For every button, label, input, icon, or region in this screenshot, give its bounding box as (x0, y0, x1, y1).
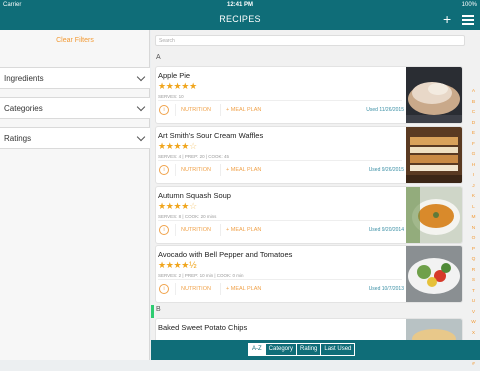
status-bar: Carrier 12:41 PM 100% (0, 0, 480, 10)
recipe-thumbnail (406, 246, 462, 302)
alphabet-letter[interactable]: J (469, 182, 478, 193)
info-icon[interactable]: i (159, 225, 169, 235)
filter-ingredients[interactable]: Ingredients (0, 67, 150, 89)
nutrition-button[interactable]: NUTRITION (181, 227, 211, 233)
menu-icon[interactable] (462, 15, 474, 25)
recipe-name: Autumn Squash Soup (158, 191, 231, 200)
recipe-card[interactable]: Art Smith's Sour Cream Waffles ★★★★☆ SER… (156, 127, 462, 183)
alphabet-letter[interactable]: O (469, 234, 478, 245)
filter-ratings[interactable]: Ratings (0, 127, 150, 149)
alphabet-letter[interactable]: F (469, 140, 478, 151)
meal-plan-button[interactable]: + MEAL PLAN (226, 286, 261, 292)
filter-label: Ratings (4, 134, 32, 143)
info-icon[interactable]: i (159, 165, 169, 175)
nutrition-button[interactable]: NUTRITION (181, 286, 211, 292)
section-header: A (156, 54, 161, 61)
alphabet-letter[interactable]: Q (469, 255, 478, 266)
alphabet-letter[interactable]: L (469, 203, 478, 214)
battery-label: 100% (461, 2, 477, 8)
alphabet-letter[interactable]: C (469, 108, 478, 119)
tab-last-used[interactable]: Last Used (320, 343, 356, 356)
clear-filters-button[interactable]: Clear Filters (0, 37, 150, 44)
section-indicator (151, 305, 154, 318)
rating-stars: ★★★★☆ (158, 201, 197, 211)
alphabet-letter[interactable]: H (469, 161, 478, 172)
filter-label: Ingredients (4, 74, 44, 83)
nutrition-button[interactable]: NUTRITION (181, 107, 211, 113)
recipe-card[interactable]: Avocado with Bell Pepper and Tomatoes ★★… (156, 246, 462, 302)
chevron-down-icon (136, 102, 146, 112)
meal-plan-button[interactable]: + MEAL PLAN (226, 107, 261, 113)
info-icon[interactable]: i (159, 284, 169, 294)
alphabet-letter[interactable]: G (469, 150, 478, 161)
filter-panel: Clear Filters Ingredients Categories Rat… (0, 30, 150, 360)
last-used-date: Used 9/20/2014 (368, 227, 404, 233)
recipe-meta: SERVES: 10 (158, 94, 184, 99)
rating-stars: ★★★★½ (158, 260, 197, 270)
meal-plan-button[interactable]: + MEAL PLAN (226, 167, 261, 173)
alphabet-letter[interactable]: X (469, 329, 478, 340)
alphabet-letter[interactable]: D (469, 119, 478, 130)
recipe-card[interactable]: Autumn Squash Soup ★★★★☆ SERVES: 8 | COO… (156, 187, 462, 243)
filter-label: Categories (4, 104, 43, 113)
meal-plan-button[interactable]: + MEAL PLAN (226, 227, 261, 233)
recipe-meta: SERVES: 2 | PREP: 10 min | COOK: 0 min (158, 273, 244, 278)
carrier-label: Carrier (3, 2, 22, 8)
navigation-bar: RECIPES + (0, 10, 480, 30)
alphabet-letter[interactable]: # (469, 360, 478, 371)
recipe-name: Apple Pie (158, 71, 191, 80)
last-used-date: Used 9/26/2015 (368, 167, 404, 173)
recipe-thumbnail (406, 67, 462, 123)
clock: 12:41 PM (226, 2, 254, 8)
alphabet-letter[interactable]: A (469, 87, 478, 98)
recipe-meta: SERVES: 8 | COOK: 20 mins (158, 214, 217, 219)
recipe-thumbnail (406, 127, 462, 183)
rating-stars: ★★★★☆ (158, 141, 197, 151)
alphabet-letter[interactable]: B (469, 98, 478, 109)
recipe-meta: SERVES: 4 | PREP: 20 | COOK: 45 (158, 154, 230, 159)
tab-a-z[interactable]: A-Z (248, 343, 266, 356)
chevron-down-icon (136, 72, 146, 82)
search-input[interactable]: Search (155, 35, 465, 46)
alphabet-letter[interactable]: S (469, 276, 478, 287)
alphabet-letter[interactable]: W (469, 318, 478, 329)
alphabet-letter[interactable]: P (469, 245, 478, 256)
alphabet-letter[interactable]: R (469, 266, 478, 277)
recipe-card[interactable]: Apple Pie ★★★★★ SERVES: 10 i NUTRITION +… (156, 67, 462, 123)
page-title: RECIPES (219, 14, 261, 24)
filter-categories[interactable]: Categories (0, 97, 150, 119)
alphabet-letter[interactable]: K (469, 192, 478, 203)
recipe-name: Baked Sweet Potato Chips (158, 323, 248, 332)
alphabet-letter[interactable]: I (469, 171, 478, 182)
alphabet-letter[interactable]: N (469, 224, 478, 235)
recipe-name: Avocado with Bell Pepper and Tomatoes (158, 250, 293, 259)
alphabet-index[interactable]: ABCDEFGHIJKLMNOPQRSTUVWXYZ# (469, 87, 478, 371)
info-icon[interactable]: i (159, 105, 169, 115)
tab-rating[interactable]: Rating (296, 343, 322, 356)
alphabet-letter[interactable]: M (469, 213, 478, 224)
last-used-date: Used 11/26/2015 (366, 107, 404, 113)
alphabet-letter[interactable]: V (469, 308, 478, 319)
add-icon[interactable]: + (443, 12, 451, 26)
alphabet-letter[interactable]: T (469, 287, 478, 298)
alphabet-letter[interactable]: U (469, 297, 478, 308)
alphabet-letter[interactable]: E (469, 129, 478, 140)
last-used-date: Used 10/7/2013 (368, 286, 404, 292)
nutrition-button[interactable]: NUTRITION (181, 167, 211, 173)
recipe-list[interactable]: Search A Apple Pie ★★★★★ SERVES: 10 i NU… (151, 30, 480, 360)
recipe-thumbnail (406, 187, 462, 243)
recipe-name: Art Smith's Sour Cream Waffles (158, 131, 264, 140)
section-header: B (156, 306, 161, 313)
rating-stars: ★★★★★ (158, 81, 197, 91)
tab-category[interactable]: Category (264, 343, 298, 356)
sort-tab-bar: A-Z Category Rating Last Used (151, 340, 480, 360)
chevron-down-icon (136, 132, 146, 142)
